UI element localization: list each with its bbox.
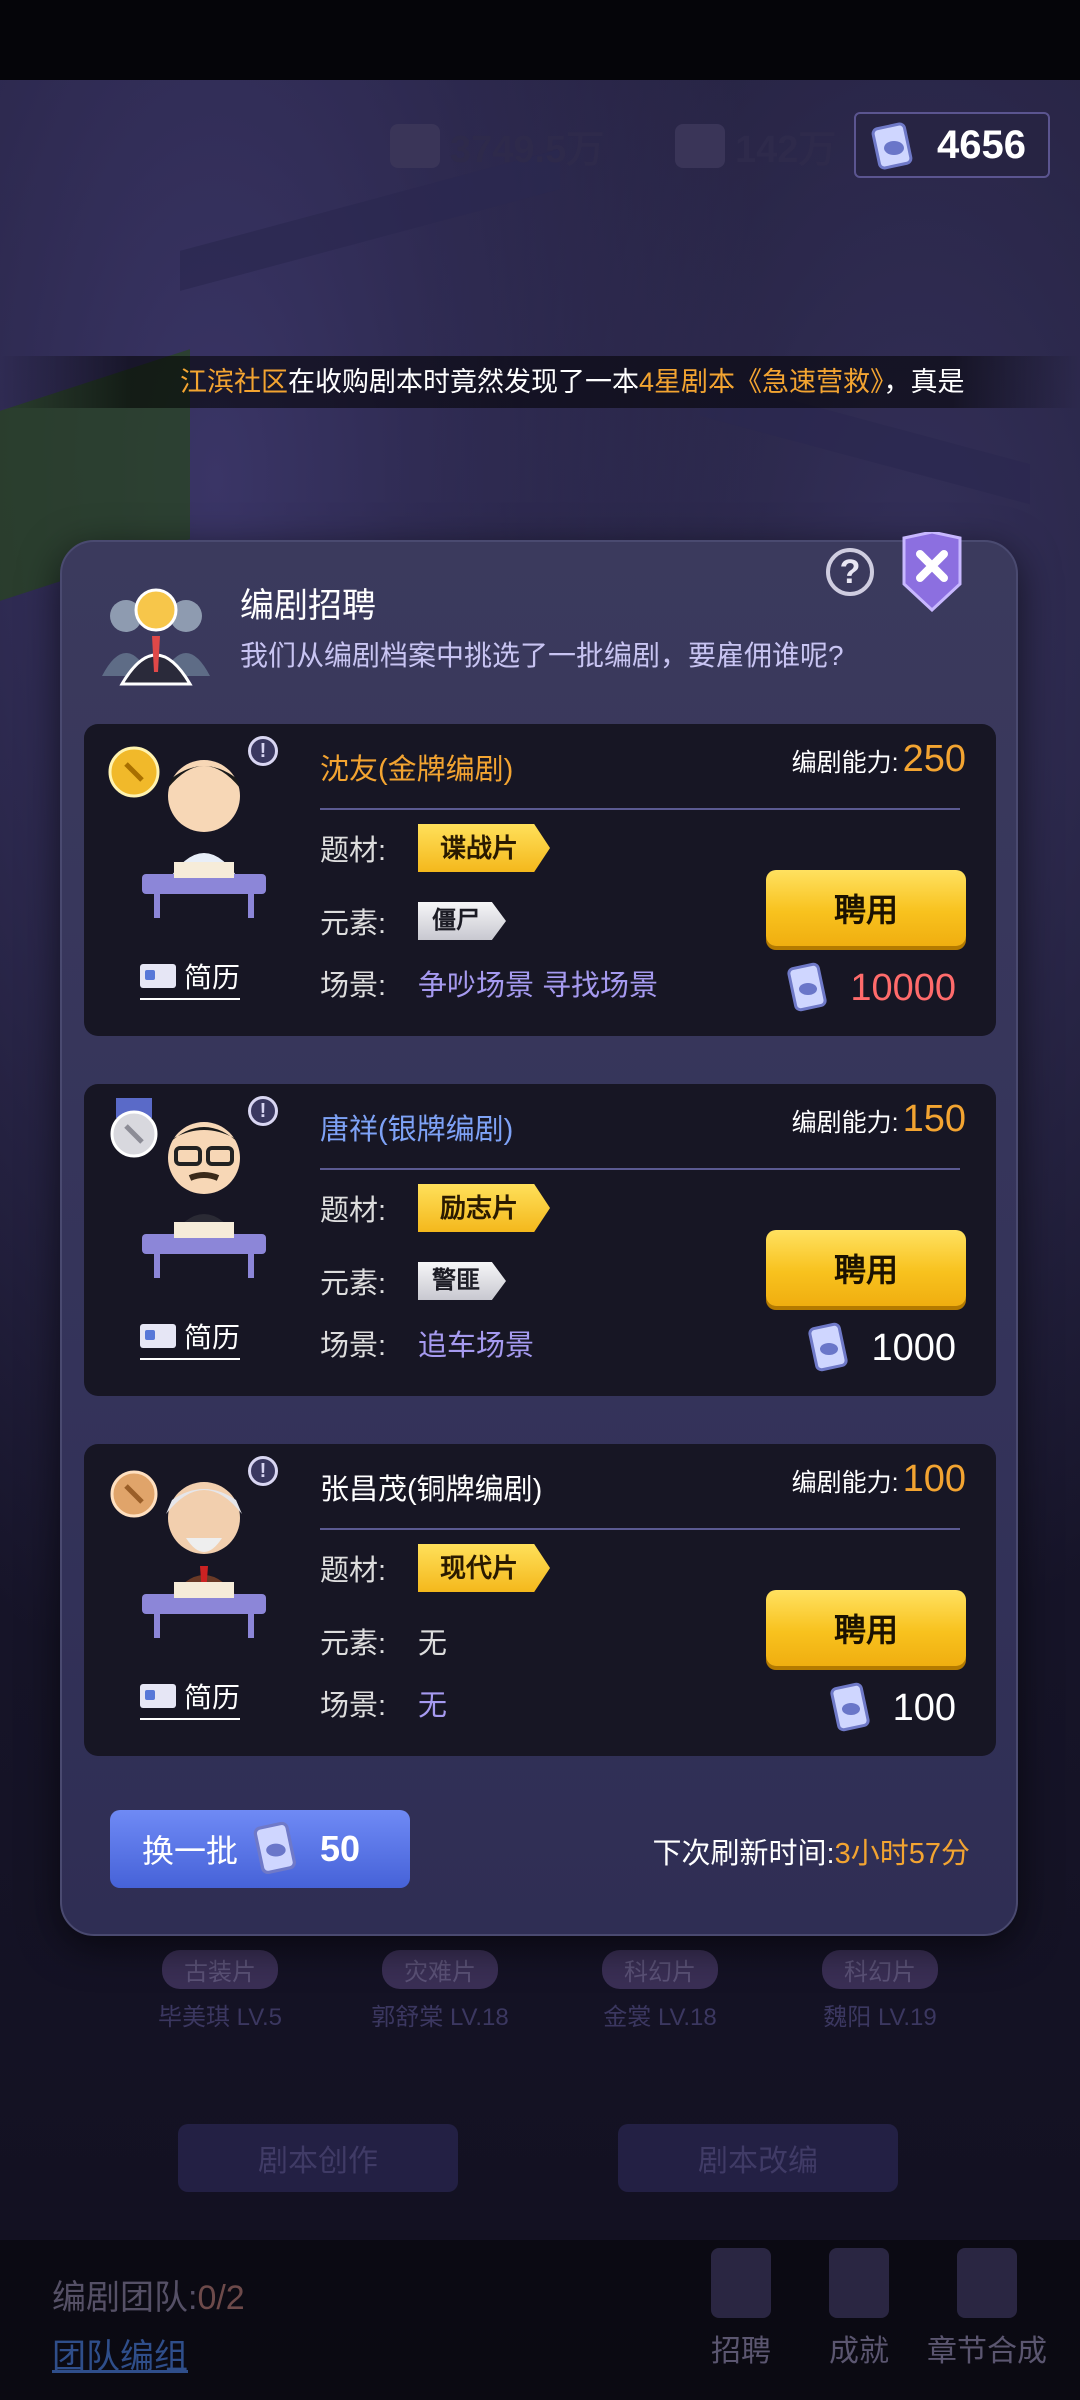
hire-button[interactable]: 聘用 <box>766 1590 966 1666</box>
info-icon[interactable]: ! <box>248 736 278 766</box>
hire-button[interactable]: 聘用 <box>766 1230 966 1306</box>
gem-currency[interactable]: 4656 <box>854 112 1050 178</box>
resume-link[interactable]: 简历 <box>140 1676 241 1720</box>
close-button[interactable] <box>900 532 964 612</box>
money-resource: 3749.5万 <box>390 118 604 173</box>
candidate-card: ! 简历 张昌茂(铜牌编剧) 编剧能力: 100 题材: 现代片 元素: 无 场景… <box>84 1444 996 1756</box>
ticker-text-end: ，真是 <box>883 367 965 397</box>
candidate-name: 唐祥(银牌编剧) <box>320 1114 514 1146</box>
genre-tag: 谍战片 <box>418 824 551 872</box>
fans-icon <box>675 123 725 168</box>
medal-icon <box>829 2248 889 2318</box>
bg-writer-card: 科幻片 金裳 LV.18 <box>560 1950 760 2032</box>
element-tag: 僵尸 <box>418 902 506 940</box>
element-row: 元素: 僵尸 <box>320 900 506 942</box>
candidate-name: 张昌茂(铜牌编剧) <box>320 1474 543 1506</box>
hire-cost: 100 <box>829 1682 956 1734</box>
script-token-icon <box>829 1682 870 1732</box>
scene-row: 场景: 争吵场景 寻找场景 <box>320 970 659 1002</box>
genre-tag: 励志片 <box>418 1184 551 1232</box>
nav-chapter-merge: 章节合成 <box>922 2248 1052 2370</box>
resume-link[interactable]: 简历 <box>140 956 241 1000</box>
element-row: 元素: 无 <box>320 1628 448 1660</box>
ability-stat: 编剧能力: 100 <box>791 1458 966 1500</box>
genre-row: 题材: 励志片 <box>320 1184 551 1232</box>
ability-stat: 编剧能力: 250 <box>791 738 966 780</box>
refresh-timer: 下次刷新时间:3小时57分 <box>652 1838 970 1870</box>
ability-stat: 编剧能力: 150 <box>791 1098 966 1140</box>
script-token-icon <box>808 1322 849 1372</box>
script-token-icon <box>253 1821 296 1875</box>
ticker-text: 在收购剧本时竟然发现了一本 <box>288 367 639 397</box>
id-card-icon <box>140 1324 176 1348</box>
id-card-icon <box>140 964 176 988</box>
script-token-icon <box>871 122 913 170</box>
hire-button[interactable]: 聘用 <box>766 870 966 946</box>
nav-achievement: 成就 <box>804 2248 914 2370</box>
script-adapt-button: 剧本改编 <box>618 2124 898 2192</box>
script-token-icon <box>787 962 827 1012</box>
news-ticker: 江滨社区在收购剧本时竟然发现了一本4星剧本《急速营救》，真是 <box>0 356 1080 408</box>
genre-row: 题材: 现代片 <box>320 1544 551 1592</box>
resume-link[interactable]: 简历 <box>140 1316 241 1360</box>
ticker-community: 江滨社区 <box>180 367 288 397</box>
help-button[interactable]: ? <box>826 548 874 596</box>
hire-cost: 10000 <box>786 962 956 1014</box>
recruit-icon <box>711 2248 771 2318</box>
element-row: 元素: 警匪 <box>320 1260 506 1302</box>
info-icon[interactable]: ! <box>248 1456 278 1486</box>
id-card-icon <box>140 1684 176 1708</box>
bg-writer-card: 科幻片 魏阳 LV.19 <box>780 1950 980 2032</box>
genre-row: 题材: 谍战片 <box>320 824 551 872</box>
info-icon[interactable]: ! <box>248 1096 278 1126</box>
candidate-name: 沈友(金牌编剧) <box>320 754 514 786</box>
scene-row: 场景: 追车场景 <box>320 1330 535 1362</box>
refresh-batch-button[interactable]: 换一批 50 <box>110 1810 410 1888</box>
status-bar <box>0 0 1080 80</box>
ticker-highlight: 4星剧本《急速营救》 <box>639 367 884 397</box>
book-icon <box>957 2248 1017 2318</box>
candidate-card: ! 简历 沈友(金牌编剧) 编剧能力: 250 题材: 谍战片 元素: 僵尸 场景… <box>84 724 996 1036</box>
team-group-link: 团队编组 <box>52 2338 188 2376</box>
gem-count: 4656 <box>937 122 1026 167</box>
bg-writer-card: 灾难片 郭舒棠 LV.18 <box>340 1950 540 2032</box>
team-status: 编剧团队:0/2 团队编组 <box>52 2279 245 2376</box>
divider <box>320 1528 960 1530</box>
scene-row: 场景: 无 <box>320 1690 448 1722</box>
money-icon <box>390 123 440 168</box>
divider <box>320 808 960 810</box>
background-writer-list: 古装片 毕美琪 LV.5 灾难片 郭舒棠 LV.18 科幻片 金裳 LV.18 … <box>120 1950 980 2070</box>
element-tag: 警匪 <box>418 1262 506 1300</box>
hire-cost: 1000 <box>807 1322 956 1374</box>
bg-writer-card: 古装片 毕美琪 LV.5 <box>120 1950 320 2032</box>
script-create-button: 剧本创作 <box>178 2124 458 2192</box>
recruit-people-icon <box>102 588 210 686</box>
fans-resource: 142万 <box>675 118 836 173</box>
dialog-subtitle: 我们从编剧档案中挑选了一批编剧，要雇佣谁呢? <box>240 640 844 671</box>
divider <box>320 1168 960 1170</box>
nav-recruit: 招聘 <box>686 2248 796 2370</box>
genre-tag: 现代片 <box>418 1544 551 1592</box>
dialog-title: 编剧招聘 <box>240 587 376 625</box>
candidate-card: ! 简历 唐祥(银牌编剧) 编剧能力: 150 题材: 励志片 元素: 警匪 场景… <box>84 1084 996 1396</box>
